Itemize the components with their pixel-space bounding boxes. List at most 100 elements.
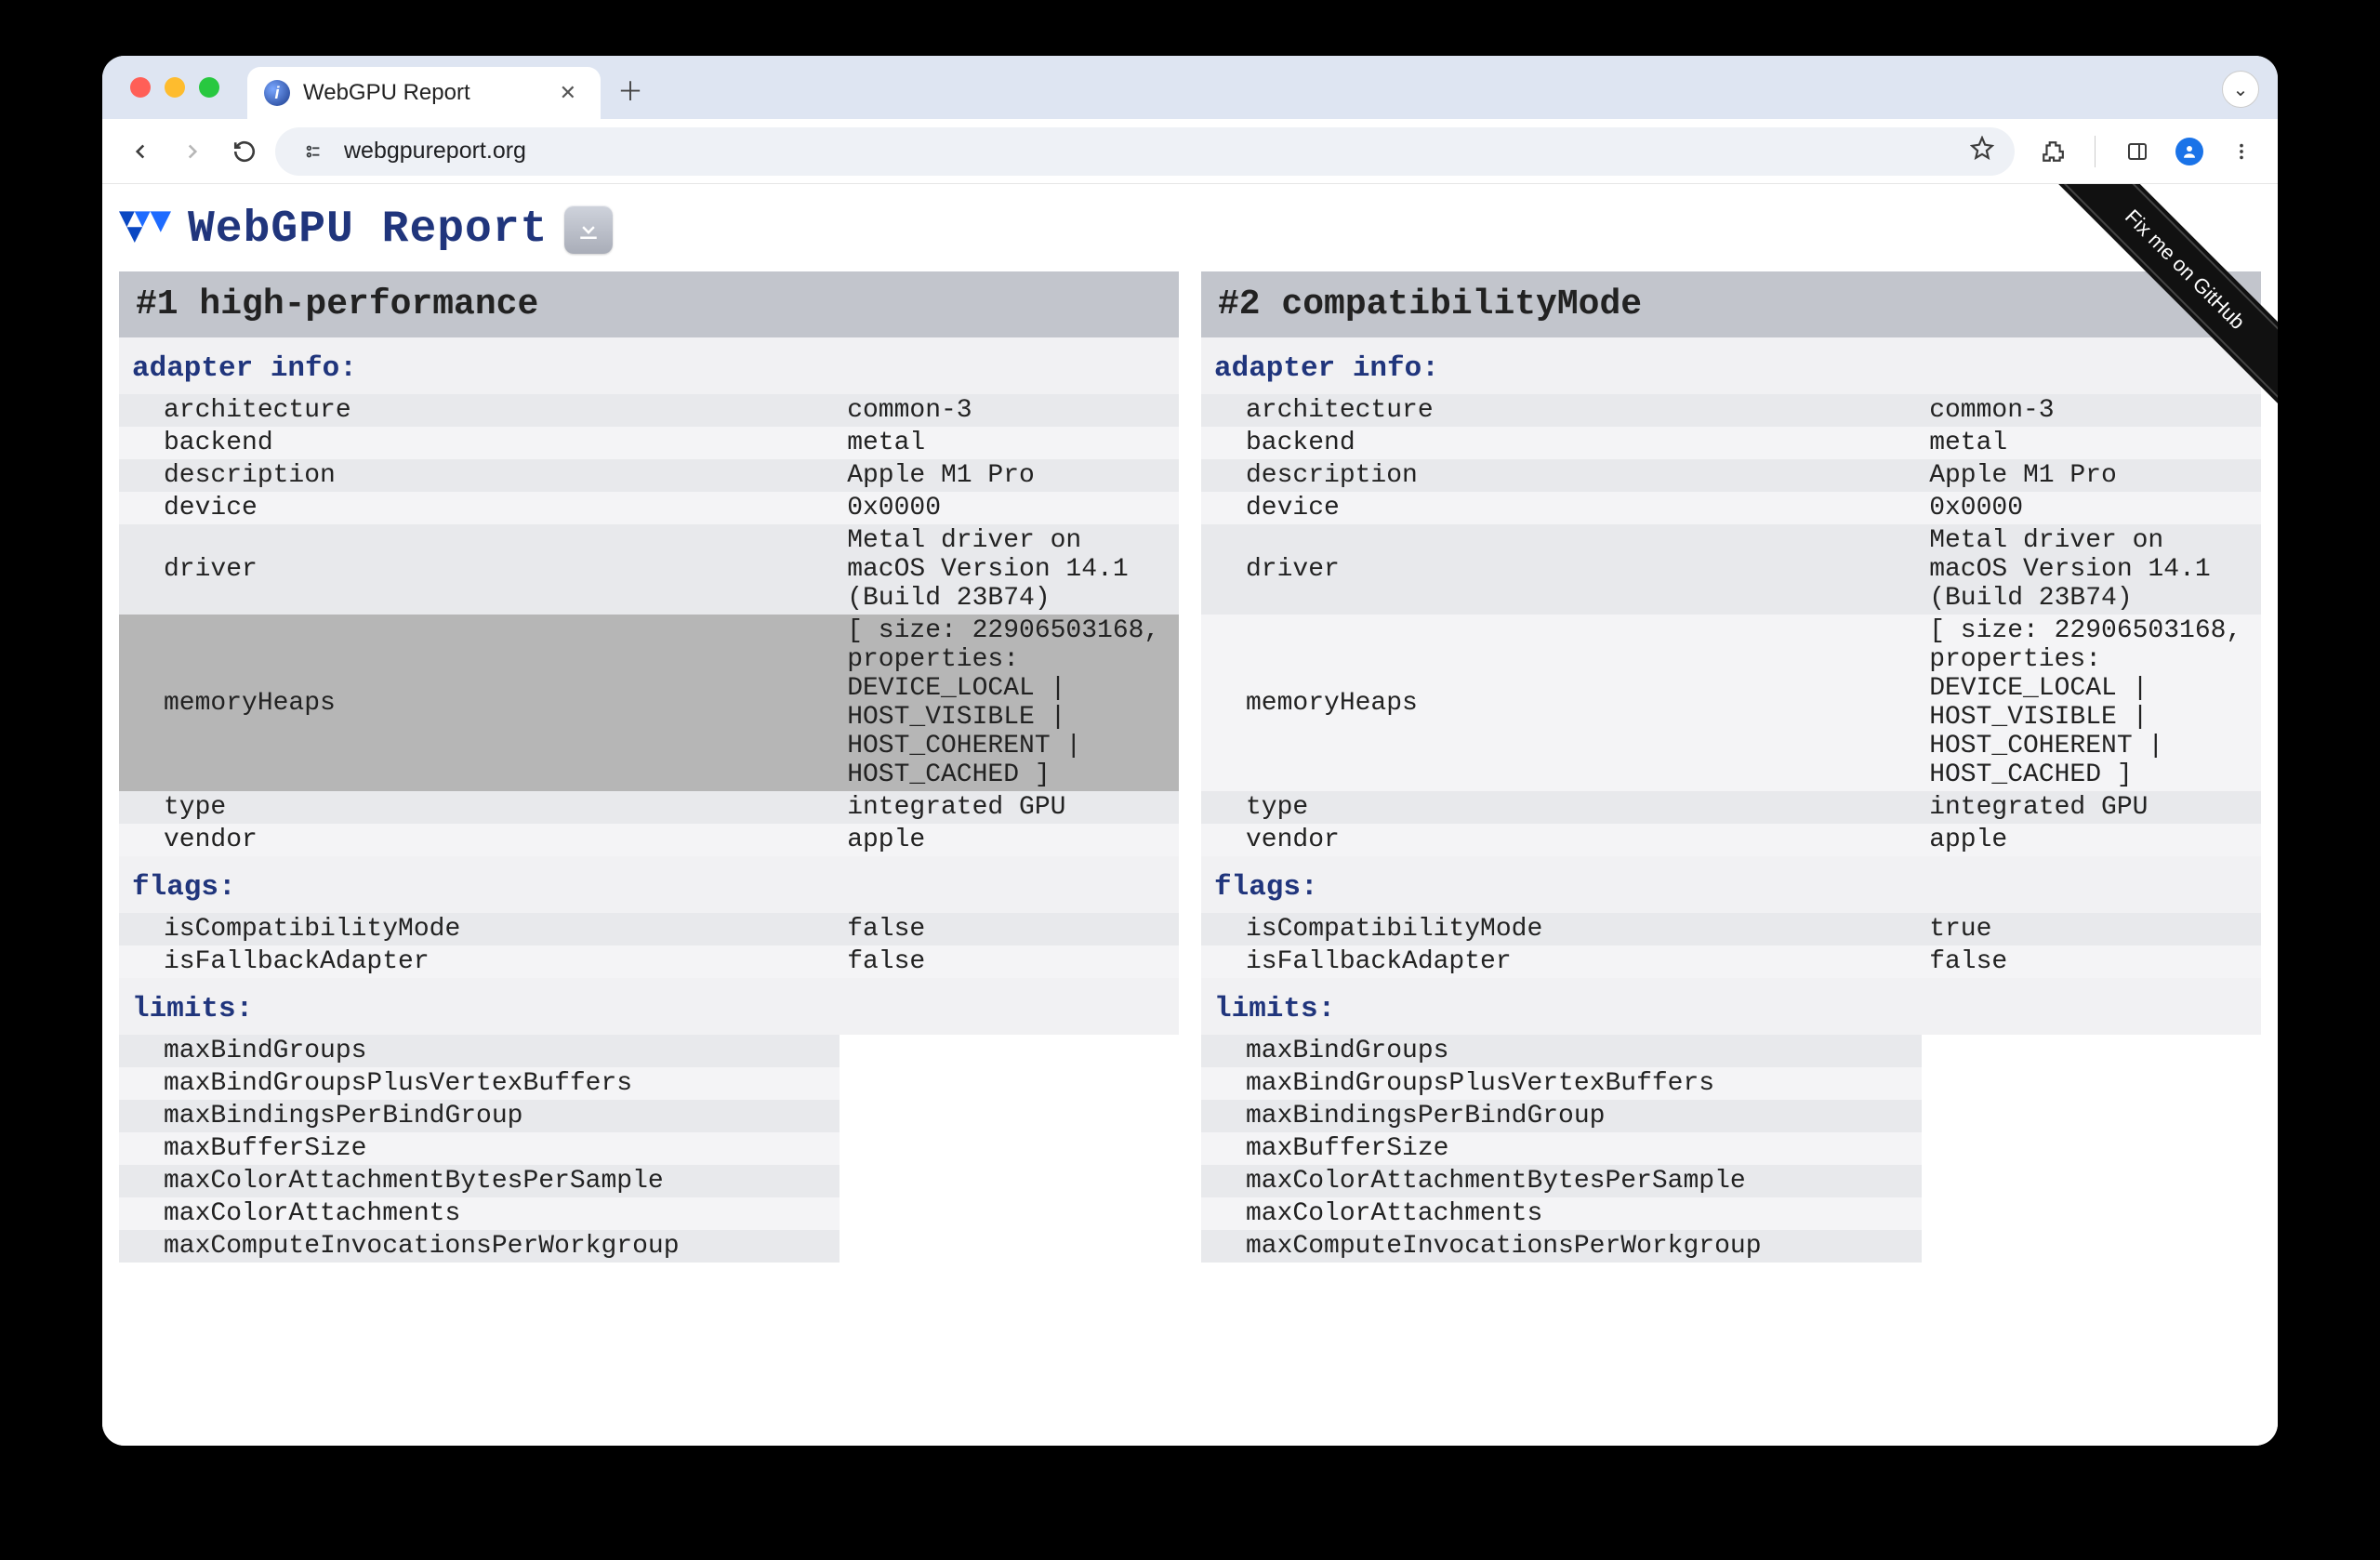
- toolbar-right: [2033, 132, 2261, 171]
- kv-key: isCompatibilityMode: [1201, 913, 1922, 945]
- kv-value: [ size: 22906503168, properties: DEVICE_…: [1922, 615, 2261, 791]
- new-tab-button[interactable]: ＋: [612, 72, 649, 109]
- page-title: WebGPU Report: [188, 205, 548, 255]
- kv-row[interactable]: maxColorAttachmentBytesPerSample: [1201, 1165, 2261, 1197]
- window-controls: [130, 77, 219, 98]
- tab-strip: i WebGPU Report ✕ ＋ ⌄: [102, 56, 2278, 119]
- kv-row[interactable]: maxBindGroupsPlusVertexBuffers: [1201, 1067, 2261, 1100]
- kv-key: maxComputeInvocationsPerWorkgroup: [1201, 1230, 1922, 1263]
- kv-row[interactable]: maxBindingsPerBindGroup: [119, 1100, 1179, 1132]
- reload-button[interactable]: [223, 130, 266, 173]
- kv-key: architecture: [119, 394, 840, 427]
- back-button[interactable]: [119, 130, 162, 173]
- kv-key: maxColorAttachmentBytesPerSample: [1201, 1165, 1922, 1197]
- kv-row[interactable]: memoryHeaps[ size: 22906503168, properti…: [119, 615, 1179, 791]
- tab-title: WebGPU Report: [303, 80, 539, 106]
- close-window-button[interactable]: [130, 77, 151, 98]
- kv-value: [ size: 22906503168, properties: DEVICE_…: [840, 615, 1179, 791]
- kv-value: Apple M1 Pro: [1922, 459, 2261, 492]
- kv-table: isCompatibilityModefalseisFallbackAdapte…: [119, 913, 1179, 978]
- page-header: WebGPU Report: [119, 205, 2261, 255]
- kv-row[interactable]: driverMetal driver on macOS Version 14.1…: [119, 524, 1179, 615]
- kv-key: memoryHeaps: [1201, 615, 1922, 791]
- profile-button[interactable]: [2170, 132, 2209, 171]
- kv-key: description: [119, 459, 840, 492]
- kv-row[interactable]: maxColorAttachmentBytesPerSample: [119, 1165, 1179, 1197]
- download-icon: [575, 216, 602, 244]
- kv-key: maxBufferSize: [1201, 1132, 1922, 1165]
- site-info-button[interactable]: [296, 138, 331, 165]
- kv-key: maxBindingsPerBindGroup: [1201, 1100, 1922, 1132]
- kv-value: 0x0000: [1922, 492, 2261, 524]
- panel-title: #2 compatibilityMode: [1201, 271, 2261, 337]
- section-flags: flags:: [1201, 856, 2261, 913]
- kv-key: maxBindGroupsPlusVertexBuffers: [1201, 1067, 1922, 1100]
- kv-row[interactable]: device0x0000: [119, 492, 1179, 524]
- tab-search-button[interactable]: ⌄: [2222, 71, 2259, 108]
- kv-row[interactable]: maxComputeInvocationsPerWorkgroup: [119, 1230, 1179, 1263]
- tab-favicon: i: [264, 80, 290, 106]
- kv-row[interactable]: descriptionApple M1 Pro: [1201, 459, 2261, 492]
- kv-row[interactable]: isCompatibilityModetrue: [1201, 913, 2261, 945]
- kv-value: false: [840, 913, 1179, 945]
- kv-row[interactable]: maxBindingsPerBindGroup: [1201, 1100, 2261, 1132]
- browser-window: i WebGPU Report ✕ ＋ ⌄ webgpureport.org: [102, 56, 2278, 1446]
- kv-key: isCompatibilityMode: [119, 913, 840, 945]
- kv-row[interactable]: maxBindGroups: [1201, 1035, 2261, 1067]
- address-bar[interactable]: webgpureport.org: [275, 127, 2015, 176]
- kv-row[interactable]: backendmetal: [1201, 427, 2261, 459]
- kv-key: maxColorAttachments: [1201, 1197, 1922, 1230]
- chrome-menu-button[interactable]: [2222, 132, 2261, 171]
- kv-key: maxColorAttachments: [119, 1197, 840, 1230]
- kv-key: architecture: [1201, 394, 1922, 427]
- kv-row[interactable]: driverMetal driver on macOS Version 14.1…: [1201, 524, 2261, 615]
- kv-row[interactable]: vendorapple: [119, 824, 1179, 856]
- kv-row[interactable]: device0x0000: [1201, 492, 2261, 524]
- kv-row[interactable]: maxBufferSize: [119, 1132, 1179, 1165]
- kv-row[interactable]: maxColorAttachments: [1201, 1197, 2261, 1230]
- kv-row[interactable]: maxBindGroupsPlusVertexBuffers: [119, 1067, 1179, 1100]
- section-limits: limits:: [1201, 978, 2261, 1035]
- kv-value: Metal driver on macOS Version 14.1 (Buil…: [840, 524, 1179, 615]
- browser-toolbar: webgpureport.org: [102, 119, 2278, 184]
- kv-row[interactable]: isFallbackAdapterfalse: [119, 945, 1179, 978]
- kv-row[interactable]: architecturecommon-3: [119, 394, 1179, 427]
- minimize-window-button[interactable]: [165, 77, 185, 98]
- kv-row[interactable]: isFallbackAdapterfalse: [1201, 945, 2261, 978]
- kv-row[interactable]: maxBufferSize: [1201, 1132, 2261, 1165]
- kv-row[interactable]: maxBindGroups: [119, 1035, 1179, 1067]
- browser-tab[interactable]: i WebGPU Report ✕: [247, 67, 601, 119]
- bookmark-star-icon[interactable]: [1970, 136, 1994, 166]
- kv-key: vendor: [1201, 824, 1922, 856]
- kv-row[interactable]: maxColorAttachments: [119, 1197, 1179, 1230]
- section-flags: flags:: [119, 856, 1179, 913]
- extensions-button[interactable]: [2033, 132, 2072, 171]
- fullscreen-window-button[interactable]: [199, 77, 219, 98]
- kv-row[interactable]: typeintegrated GPU: [119, 791, 1179, 824]
- kv-key: backend: [1201, 427, 1922, 459]
- forward-button[interactable]: [171, 130, 214, 173]
- kv-row[interactable]: maxComputeInvocationsPerWorkgroup: [1201, 1230, 2261, 1263]
- kv-value: apple: [1922, 824, 2261, 856]
- kv-key: maxComputeInvocationsPerWorkgroup: [119, 1230, 840, 1263]
- download-button[interactable]: [564, 205, 613, 254]
- kv-table: architecturecommon-3backendmetaldescript…: [119, 394, 1179, 856]
- side-panel-button[interactable]: [2118, 132, 2157, 171]
- kv-key: driver: [119, 524, 840, 615]
- tab-close-button[interactable]: ✕: [552, 77, 584, 109]
- kv-row[interactable]: vendorapple: [1201, 824, 2261, 856]
- kv-key: device: [119, 492, 840, 524]
- kv-row[interactable]: backendmetal: [119, 427, 1179, 459]
- toolbar-divider: [2095, 136, 2096, 167]
- kv-row[interactable]: memoryHeaps[ size: 22906503168, properti…: [1201, 615, 2261, 791]
- kv-table: maxBindGroupsmaxBindGroupsPlusVertexBuff…: [1201, 1035, 2261, 1263]
- kv-row[interactable]: descriptionApple M1 Pro: [119, 459, 1179, 492]
- kv-row[interactable]: isCompatibilityModefalse: [119, 913, 1179, 945]
- kv-row[interactable]: typeintegrated GPU: [1201, 791, 2261, 824]
- kv-value: metal: [1922, 427, 2261, 459]
- kv-value: true: [1922, 913, 2261, 945]
- webgpu-logo-icon: [119, 209, 171, 250]
- kv-key: vendor: [119, 824, 840, 856]
- kv-row[interactable]: architecturecommon-3: [1201, 394, 2261, 427]
- kv-key: isFallbackAdapter: [1201, 945, 1922, 978]
